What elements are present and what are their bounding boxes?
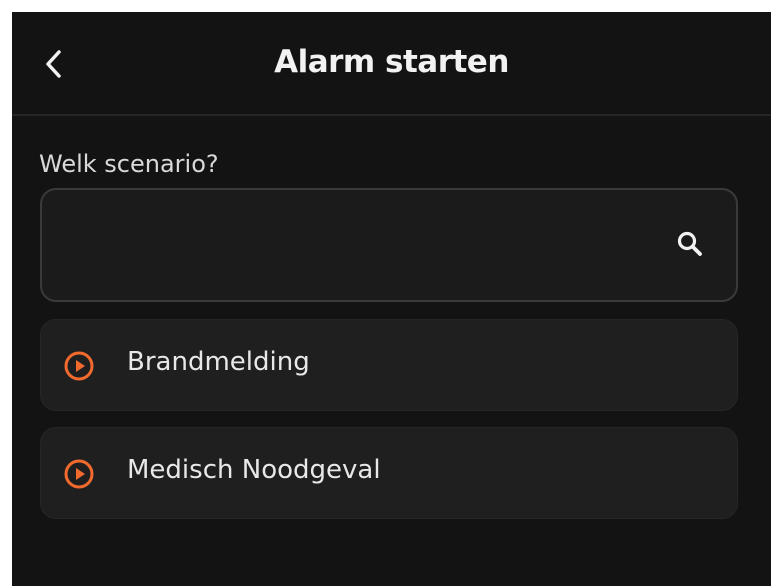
scenario-label: Brandmelding [127,347,310,377]
search-input[interactable] [62,190,666,302]
scenario-item-brandmelding[interactable]: Brandmelding [40,319,738,411]
scenario-item-medisch-noodgeval[interactable]: Medisch Noodgeval [40,427,738,519]
page-title: Alarm starten [274,44,509,80]
play-circle-icon [64,351,94,381]
search-icon[interactable] [676,230,704,258]
header: Alarm starten [12,12,771,116]
scenario-question-label: Welk scenario? [39,150,219,178]
search-field[interactable] [40,188,738,302]
alarm-screen: Alarm starten Welk scenario? Brandmeldin… [12,12,771,586]
play-circle-icon [64,459,94,489]
scenario-label: Medisch Noodgeval [127,455,381,485]
